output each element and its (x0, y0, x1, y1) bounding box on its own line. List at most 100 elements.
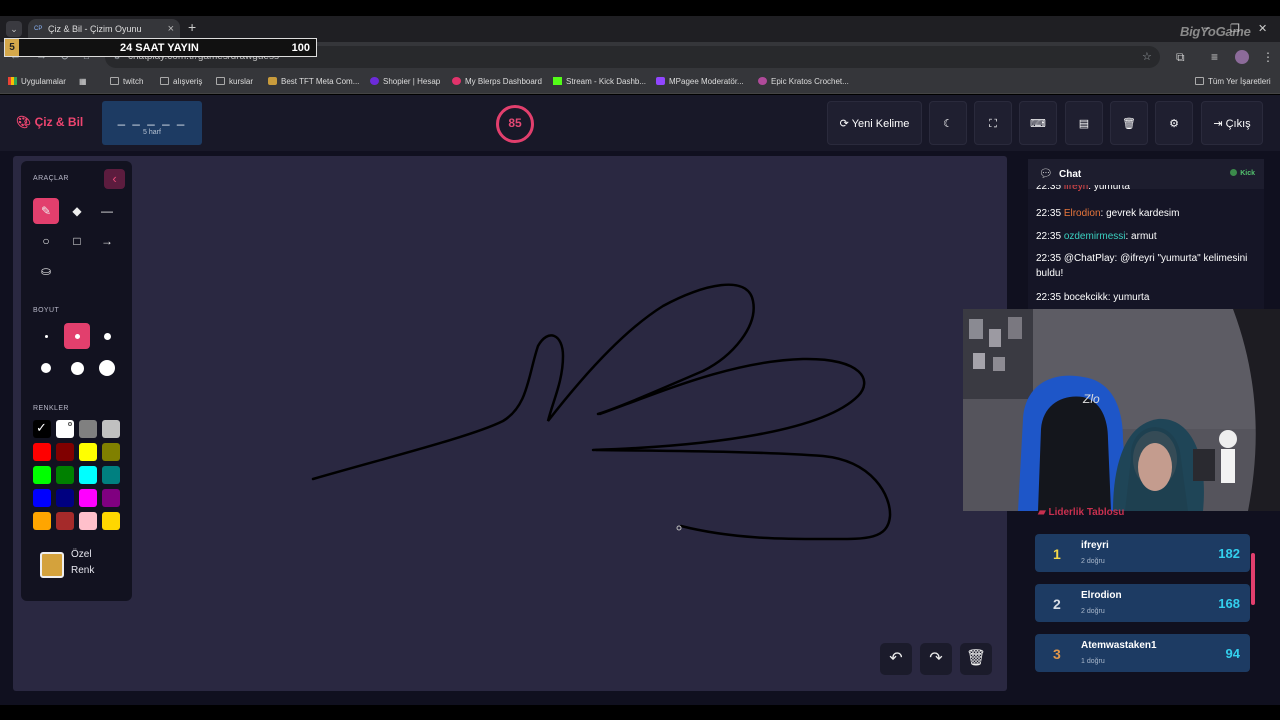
size-6-button[interactable] (94, 355, 120, 381)
bookmark-courses[interactable]: kurslar (216, 77, 253, 86)
bookmark-twitch[interactable]: twitch (110, 77, 143, 86)
maximize-icon[interactable]: ❐ (1230, 22, 1240, 35)
profile-avatar[interactable] (1235, 50, 1249, 64)
color-swatch[interactable]: ✓ (33, 420, 51, 438)
chat-user[interactable]: bocekcikk (1064, 292, 1108, 303)
paint-bucket-icon: ⛀ (40, 264, 52, 278)
color-swatch[interactable] (79, 420, 97, 438)
size-2-button[interactable] (64, 323, 90, 349)
tools-heading: ARAÇLAR (33, 175, 69, 182)
bookmark-label: alışveriş (173, 77, 203, 86)
size-3-button[interactable] (94, 323, 120, 349)
size-dot (44, 334, 48, 338)
exit-icon: ⇥ (1213, 118, 1226, 130)
media-icon[interactable]: ≡ (1211, 50, 1218, 64)
extensions-icon[interactable]: ⧉ (1176, 50, 1185, 65)
clear-canvas-button[interactable]: 🗑︎ (960, 643, 992, 675)
size-4-button[interactable] (33, 355, 59, 381)
color-swatch[interactable] (56, 420, 74, 438)
color-swatch[interactable] (79, 443, 97, 461)
archive-icon: ▤ (1078, 118, 1090, 130)
color-swatch[interactable] (79, 466, 97, 484)
drawing-canvas[interactable] (13, 156, 1007, 691)
color-swatch[interactable] (56, 512, 74, 530)
rank: 1 (1053, 546, 1061, 562)
leaderboard-row: 3 Atemwastaken1 1 doğru 94 (1035, 634, 1250, 672)
color-swatch[interactable] (56, 466, 74, 484)
tab-search-icon[interactable]: ⌄ (6, 21, 22, 37)
window-close-icon[interactable]: ✕ (1258, 22, 1267, 35)
brush-tool-button[interactable]: ✎ (33, 198, 59, 224)
arrow-tool-button[interactable]: → (94, 228, 120, 254)
size-5-button[interactable] (64, 355, 90, 381)
keyboard-button[interactable]: ⌨ (1019, 101, 1057, 145)
bookmark-kratos[interactable]: Epic Kratos Crochet... (758, 77, 849, 86)
bookmark-apps[interactable]: Uygulamalar (8, 77, 66, 86)
collapse-panel-button[interactable]: ‹ (104, 169, 125, 189)
player-name: Atemwastaken1 (1081, 640, 1157, 651)
bookmark-label: My Blerps Dashboard (465, 77, 542, 86)
tab-title: Çiz & Bil - Çizim Oyunu (48, 24, 142, 34)
rank: 2 (1053, 596, 1061, 612)
leaderboard-scrollbar[interactable] (1251, 553, 1255, 605)
new-tab-icon[interactable]: + (188, 19, 196, 35)
keyboard-icon: ⌨ (1030, 118, 1046, 130)
clear-button[interactable]: 🗑︎ (1110, 101, 1148, 145)
color-swatch[interactable] (79, 489, 97, 507)
bookmark-blerps[interactable]: My Blerps Dashboard (452, 77, 542, 86)
circle-icon: ○ (42, 234, 50, 248)
circle-tool-button[interactable]: ○ (33, 228, 59, 254)
bookmark-all[interactable]: Tüm Yer İşaretleri (1195, 77, 1271, 86)
color-swatch[interactable] (56, 443, 74, 461)
word-length: 5 harf (143, 129, 161, 136)
minimize-icon[interactable]: – (1204, 22, 1210, 34)
eraser-tool-button[interactable]: ◆ (64, 198, 90, 224)
svg-text:Zlo: Zlo (1082, 392, 1100, 406)
chat-user[interactable]: ozdemirmessi (1064, 231, 1126, 242)
custom-color-swatch[interactable] (40, 552, 64, 578)
gear-icon: ⚙ (1169, 118, 1179, 130)
color-swatch[interactable] (56, 489, 74, 507)
tab-close-icon[interactable]: × (168, 23, 174, 35)
bookmark-kick[interactable]: Stream - Kick Dashb... (553, 77, 646, 86)
color-swatch[interactable] (102, 489, 120, 507)
bookmarks-bar: Uygulamalar ▦ twitch alışveriş kurslar B… (0, 72, 1280, 94)
bookmark-shopping[interactable]: alışveriş (160, 77, 202, 86)
palette-icon: 🎨︎ (16, 115, 35, 129)
bookmark-star-icon[interactable]: ☆ (1142, 50, 1152, 63)
color-swatch[interactable] (102, 443, 120, 461)
archive-button[interactable]: ▤ (1065, 101, 1103, 145)
color-swatch[interactable] (33, 512, 51, 530)
color-swatch[interactable] (33, 443, 51, 461)
grid-icon[interactable]: ▦ (79, 77, 87, 86)
exit-button[interactable]: ⇥ Çıkış (1201, 101, 1263, 145)
bookmark-mpagee[interactable]: MPagee Moderatör... (656, 77, 744, 86)
color-swatch[interactable] (33, 466, 51, 484)
expand-icon: ⛶ (989, 118, 997, 130)
dark-mode-button[interactable]: ☾ (929, 101, 967, 145)
color-swatch[interactable] (102, 466, 120, 484)
color-swatch[interactable] (33, 489, 51, 507)
chat-user[interactable]: Elrodion (1064, 208, 1101, 219)
chat-message: 22:35 bocekcikk: yumurta (1036, 290, 1256, 305)
custom-color-label-2: Renk (71, 565, 95, 576)
new-word-button[interactable]: ⟳ Yeni Kelime (827, 101, 922, 145)
color-swatch[interactable] (102, 512, 120, 530)
settings-button[interactable]: ⚙ (1155, 101, 1193, 145)
chat-time: 22:35 (1036, 208, 1062, 219)
fullscreen-button[interactable]: ⛶ (974, 101, 1012, 145)
color-swatch[interactable] (79, 512, 97, 530)
redo-button[interactable]: ↷ (920, 643, 952, 675)
size-1-button[interactable] (33, 323, 59, 349)
undo-button[interactable]: ↶ (880, 643, 912, 675)
chat-user[interactable]: @ChatPlay (1064, 253, 1115, 264)
line-tool-button[interactable]: — (94, 198, 120, 224)
fill-tool-button[interactable]: ⛀ (33, 258, 59, 284)
rectangle-tool-button[interactable]: □ (64, 228, 90, 254)
redo-icon: ↷ (929, 650, 943, 667)
bookmark-tft[interactable]: Best TFT Meta Com... (268, 77, 359, 86)
color-swatch[interactable] (102, 420, 120, 438)
bookmark-shopier[interactable]: Shopier | Hesap (370, 77, 440, 86)
browser-menu-icon[interactable]: ⋮ (1262, 50, 1274, 64)
line-icon: — (101, 204, 113, 218)
